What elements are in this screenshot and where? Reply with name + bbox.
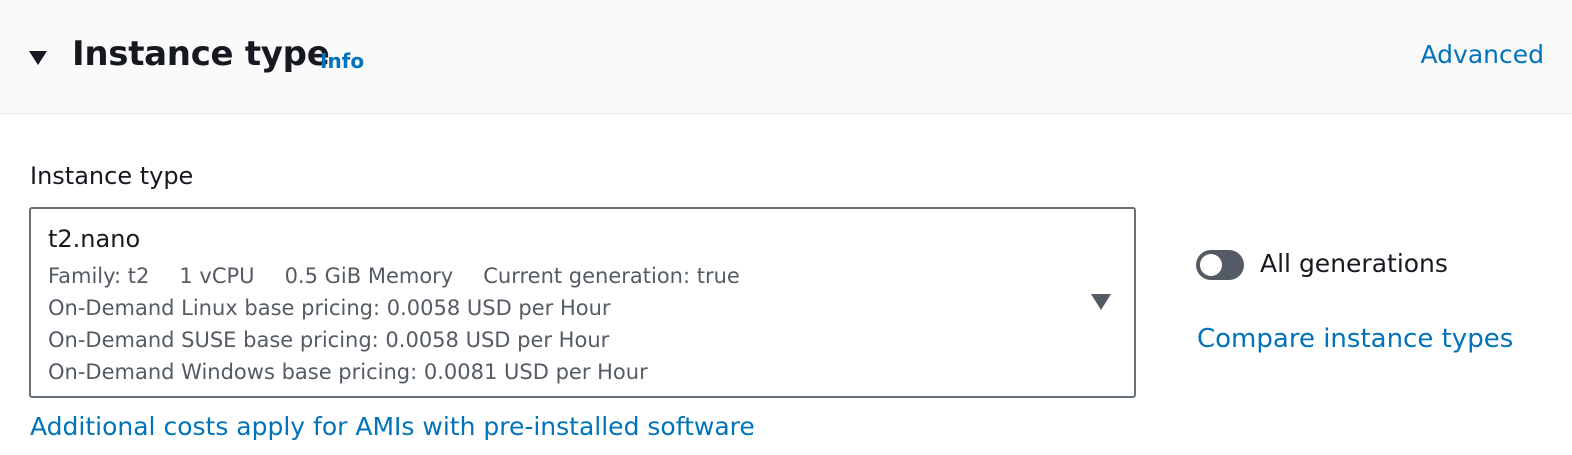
- instance-family: Family: t2: [48, 264, 150, 288]
- selected-instance-name: t2.nano: [48, 225, 141, 253]
- instance-memory: 0.5 GiB Memory: [284, 264, 454, 288]
- caret-down-icon[interactable]: [28, 50, 48, 66]
- additional-costs-link[interactable]: Additional costs apply for AMIs with pre…: [30, 412, 755, 441]
- suse-pricing: On-Demand SUSE base pricing: 0.0058 USD …: [48, 328, 610, 352]
- section-header: Instance type Info Advanced: [0, 0, 1572, 114]
- linux-pricing: On-Demand Linux base pricing: 0.0058 USD…: [48, 296, 611, 320]
- instance-vcpu: 1 vCPU: [179, 264, 255, 288]
- all-generations-toggle[interactable]: [1196, 250, 1244, 280]
- all-generations-label[interactable]: All generations: [1260, 249, 1448, 278]
- windows-pricing: On-Demand Windows base pricing: 0.0081 U…: [48, 360, 648, 384]
- advanced-link[interactable]: Advanced: [1421, 40, 1545, 69]
- instance-generation: Current generation: true: [483, 264, 740, 288]
- instance-specs: Family: t2 1 vCPU 0.5 GiB Memory Current ge…: [48, 264, 740, 288]
- section-title: Instance type: [72, 34, 330, 74]
- toggle-knob: [1200, 254, 1222, 276]
- caret-down-icon: [1091, 294, 1111, 310]
- instance-type-label: Instance type: [30, 162, 194, 190]
- compare-instance-types-link[interactable]: Compare instance types: [1197, 324, 1513, 354]
- instance-type-select[interactable]: t2.nano Family: t2 1 vCPU 0.5 GiB Memory Cu…: [29, 207, 1136, 398]
- info-link[interactable]: Info: [320, 49, 364, 73]
